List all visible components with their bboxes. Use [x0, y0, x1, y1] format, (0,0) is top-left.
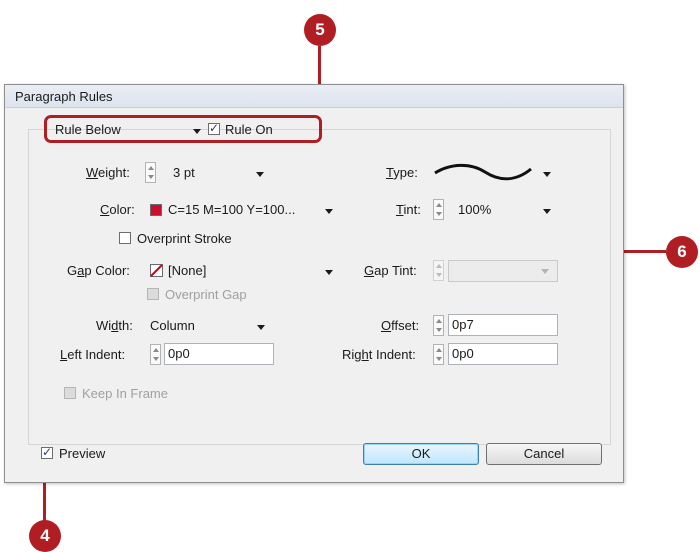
- color-label: Color:: [100, 202, 135, 217]
- left-indent-stepper[interactable]: [150, 344, 161, 365]
- preview-checkbox[interactable]: [41, 445, 53, 459]
- tint-label: Tint:: [396, 202, 421, 217]
- right-indent-stepper[interactable]: [433, 344, 444, 365]
- weight-stepper[interactable]: [145, 162, 156, 183]
- rule-on-checkbox[interactable]: [208, 121, 220, 135]
- dialog-title: Paragraph Rules: [15, 89, 113, 104]
- callout-4: 4: [29, 520, 61, 552]
- offset-field[interactable]: 0p7: [448, 314, 558, 336]
- none-swatch-icon: [150, 264, 163, 277]
- gap-tint-label: Gap Tint:: [364, 263, 417, 278]
- callout-6: 6: [666, 236, 698, 268]
- preview-label: Preview: [59, 446, 106, 461]
- gap-color-value[interactable]: [None]: [168, 263, 206, 278]
- tint-dropdown-icon[interactable]: [543, 209, 551, 214]
- overprint-gap-label: Overprint Gap: [165, 287, 247, 302]
- type-dropdown-icon[interactable]: [543, 172, 551, 177]
- weight-value[interactable]: 3 pt: [173, 165, 195, 180]
- weight-dropdown-icon[interactable]: [256, 172, 264, 177]
- line-type-wavy-icon[interactable]: [433, 163, 533, 181]
- callout-5: 5: [304, 14, 336, 46]
- weight-label: Weight:: [86, 165, 130, 180]
- rule-on-label: Rule On: [225, 122, 273, 137]
- offset-label: Offset:: [381, 318, 420, 333]
- width-dropdown-icon[interactable]: [257, 325, 265, 330]
- rule-type-dropdown-icon[interactable]: [193, 129, 201, 134]
- tint-value[interactable]: 100%: [458, 202, 491, 217]
- width-value[interactable]: Column: [150, 318, 195, 333]
- overprint-gap-checkbox[interactable]: [147, 288, 159, 300]
- paragraph-rules-dialog: Paragraph Rules Rule Below Rule On Weigh…: [4, 84, 624, 483]
- gap-color-dropdown-icon[interactable]: [325, 270, 333, 275]
- type-label: Type:: [386, 165, 418, 180]
- title-bar: Paragraph Rules: [5, 85, 623, 108]
- overprint-stroke-label: Overprint Stroke: [137, 231, 232, 246]
- gap-color-label: Gap Color:: [67, 263, 130, 278]
- gap-tint-stepper[interactable]: [433, 260, 444, 281]
- keep-in-frame-checkbox[interactable]: [64, 387, 76, 399]
- width-label: Width:: [96, 318, 133, 333]
- tint-stepper[interactable]: [433, 199, 444, 220]
- color-swatch: [150, 204, 162, 216]
- right-indent-label: Right Indent:: [342, 347, 416, 362]
- ok-button[interactable]: OK: [363, 443, 479, 465]
- keep-in-frame-label: Keep In Frame: [82, 386, 168, 401]
- gap-tint-dropdown-icon[interactable]: [541, 269, 549, 274]
- left-indent-label: Left Indent:: [60, 347, 126, 362]
- offset-stepper[interactable]: [433, 315, 444, 336]
- right-indent-field[interactable]: 0p0: [448, 343, 558, 365]
- cancel-button[interactable]: Cancel: [486, 443, 602, 465]
- overprint-stroke-checkbox[interactable]: [119, 232, 131, 244]
- color-value[interactable]: C=15 M=100 Y=100...: [168, 202, 295, 217]
- left-indent-field[interactable]: 0p0: [164, 343, 274, 365]
- color-dropdown-icon[interactable]: [325, 209, 333, 214]
- rule-type-select[interactable]: Rule Below: [55, 122, 121, 137]
